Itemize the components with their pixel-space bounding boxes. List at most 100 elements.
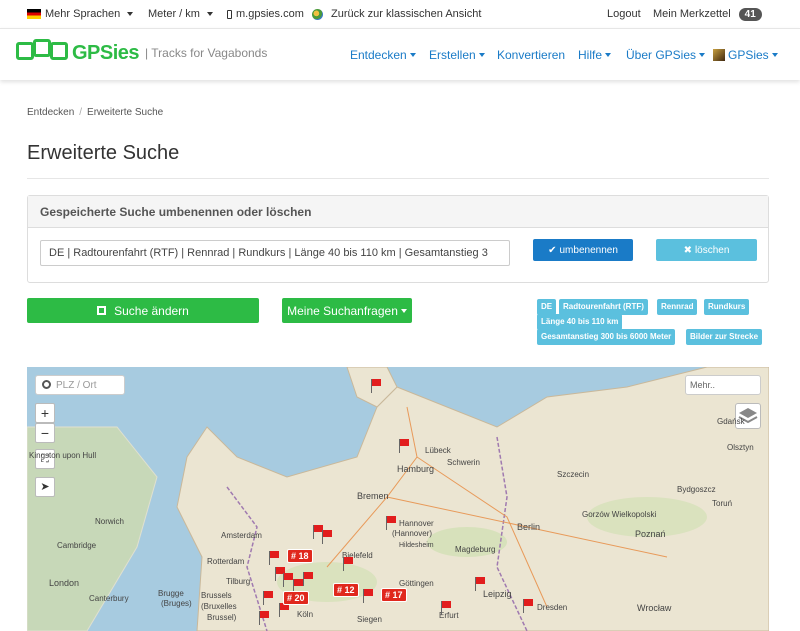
my-queries-button[interactable]: Meine Suchanfragen (282, 298, 412, 323)
track-pin[interactable] (322, 530, 332, 544)
tag-length[interactable]: Länge 40 bis 110 km (537, 314, 623, 330)
nav-konvertieren[interactable]: Konvertieren (497, 48, 565, 62)
flag-de-icon (27, 9, 41, 19)
tag-elevation[interactable]: Gesamtanstieg 300 bis 6000 Meter (537, 329, 676, 345)
place-label: Wrocław (637, 603, 672, 613)
mobile-link[interactable]: m.gpsies.com (227, 0, 304, 28)
place-label: Schwerin (447, 458, 480, 467)
change-search-label: Suche ändern (114, 303, 189, 318)
track-pin[interactable] (441, 601, 451, 615)
tag-country[interactable]: DE (537, 299, 557, 315)
search-name-input[interactable]: DE | Radtourenfahrt (RTF) | Rennrad | Ru… (40, 240, 510, 266)
place-label: (Bruxelles (201, 602, 237, 611)
nav-erstellen[interactable]: Erstellen (429, 48, 485, 62)
cluster-marker[interactable]: # 12 (333, 583, 359, 597)
mobile-label: m.gpsies.com (236, 8, 304, 20)
tag-images[interactable]: Bilder zur Strecke (686, 329, 763, 345)
place-label: Gdańsk (717, 417, 745, 426)
search-icon (42, 380, 51, 389)
nav-user-menu[interactable]: GPSies (713, 48, 778, 62)
logout-link[interactable]: Logout (607, 0, 641, 28)
place-label: Gorzów Wielkopolski (582, 510, 657, 519)
map-more-input[interactable]: Mehr.. (685, 375, 761, 395)
rename-button[interactable]: ✔ umbenennen (533, 239, 633, 261)
place-label: Hamburg (397, 464, 435, 474)
track-pin[interactable] (263, 591, 273, 605)
tag-type[interactable]: Radtourenfahrt (RTF) (559, 299, 648, 315)
cluster-marker[interactable]: # 20 (283, 591, 309, 605)
place-label: Lübeck (425, 446, 451, 455)
zoom-in-button[interactable]: + (35, 403, 55, 423)
nav-ueber-gpsies[interactable]: Über GPSies (626, 48, 706, 62)
place-label: Brugge (158, 589, 184, 598)
track-pin[interactable] (283, 573, 293, 587)
language-selector[interactable]: Mehr Sprachen (27, 0, 134, 28)
saved-search-panel: Gespeicherte Suche umbenennen oder lösch… (27, 195, 769, 283)
track-pin[interactable] (475, 577, 485, 591)
map-search-input[interactable]: PLZ / Ort (35, 375, 125, 395)
units-selector[interactable]: Meter / km (148, 0, 213, 28)
nav-hilfe[interactable]: Hilfe (578, 48, 612, 62)
main-navbar: GPSies | Tracks for Vagabonds Entdecken … (0, 28, 800, 80)
logo-tagline: | Tracks for Vagabonds (145, 46, 268, 60)
locate-icon[interactable]: ➤ (35, 477, 55, 497)
track-pin[interactable] (343, 557, 353, 571)
track-pin[interactable] (363, 589, 373, 603)
breadcrumb-entdecken[interactable]: Entdecken (27, 107, 74, 118)
language-label: Mehr Sprachen (45, 8, 121, 20)
classic-view-label: Zurück zur klassischen Ansicht (331, 8, 482, 20)
delete-button[interactable]: ✖ löschen (656, 239, 757, 261)
place-label: Dresden (537, 603, 568, 612)
units-label: Meter / km (148, 8, 200, 20)
track-pin[interactable] (279, 603, 289, 617)
place-label: Hildesheim (399, 542, 434, 549)
logout-label: Logout (607, 8, 641, 20)
page-title: Erweiterte Suche (27, 142, 180, 164)
logo-icon (16, 39, 68, 67)
track-pin[interactable] (386, 516, 396, 530)
place-label: (Bruges) (161, 599, 192, 608)
tag-bike[interactable]: Rennrad (657, 299, 698, 315)
place-label: Canterbury (89, 594, 129, 603)
place-label: Göttingen (399, 579, 434, 588)
chevron-down-icon (409, 53, 416, 57)
track-pin[interactable] (259, 611, 269, 625)
zoom-out-button[interactable]: − (35, 423, 55, 443)
track-pin[interactable] (371, 379, 381, 393)
chevron-down-icon (206, 12, 213, 16)
track-pin[interactable] (399, 439, 409, 453)
avatar (713, 49, 725, 61)
chevron-down-icon (605, 53, 612, 57)
breadcrumb: Entdecken / Erweiterte Suche (27, 107, 164, 118)
nav-entdecken[interactable]: Entdecken (350, 48, 416, 62)
check-icon: ✔ (548, 244, 557, 256)
logo[interactable]: GPSies | Tracks for Vagabonds (16, 39, 267, 67)
place-label: Olsztyn (727, 443, 754, 452)
track-pin[interactable] (523, 599, 533, 613)
watchlist-link[interactable]: Mein Merkzettel 41 (653, 0, 762, 28)
track-pin[interactable] (303, 572, 313, 586)
place-label: Norwich (95, 517, 124, 526)
place-label: Bydgoszcz (677, 485, 716, 494)
chevron-down-icon (699, 53, 706, 57)
watchlist-label: Mein Merkzettel (653, 8, 731, 20)
chevron-down-icon (478, 53, 485, 57)
place-label: Szczecin (557, 470, 590, 479)
nav-erstellen-label: Erstellen (429, 48, 476, 62)
delete-label: löschen (694, 244, 730, 256)
place-label: Magdeburg (455, 545, 496, 554)
tag-loop[interactable]: Rundkurs (704, 299, 750, 315)
place-label: Siegen (357, 615, 382, 624)
track-pin[interactable] (269, 551, 279, 565)
place-label: Hannover (399, 519, 434, 528)
place-label: Poznań (635, 529, 666, 539)
cluster-marker[interactable]: # 18 (287, 549, 313, 563)
classic-view-link[interactable]: Zurück zur klassischen Ansicht (312, 0, 481, 28)
place-label: (Hannover) (392, 529, 433, 538)
track-map[interactable]: PLZ / Ort + − ⛶ ➤ Mehr.. Lübeck Schwerin… (27, 367, 769, 631)
change-search-button[interactable]: Suche ändern (27, 298, 259, 323)
place-label: Brussel) (207, 613, 237, 622)
cluster-marker[interactable]: # 17 (381, 588, 407, 602)
breadcrumb-current: Erweiterte Suche (87, 107, 164, 118)
close-icon: ✖ (683, 244, 692, 256)
